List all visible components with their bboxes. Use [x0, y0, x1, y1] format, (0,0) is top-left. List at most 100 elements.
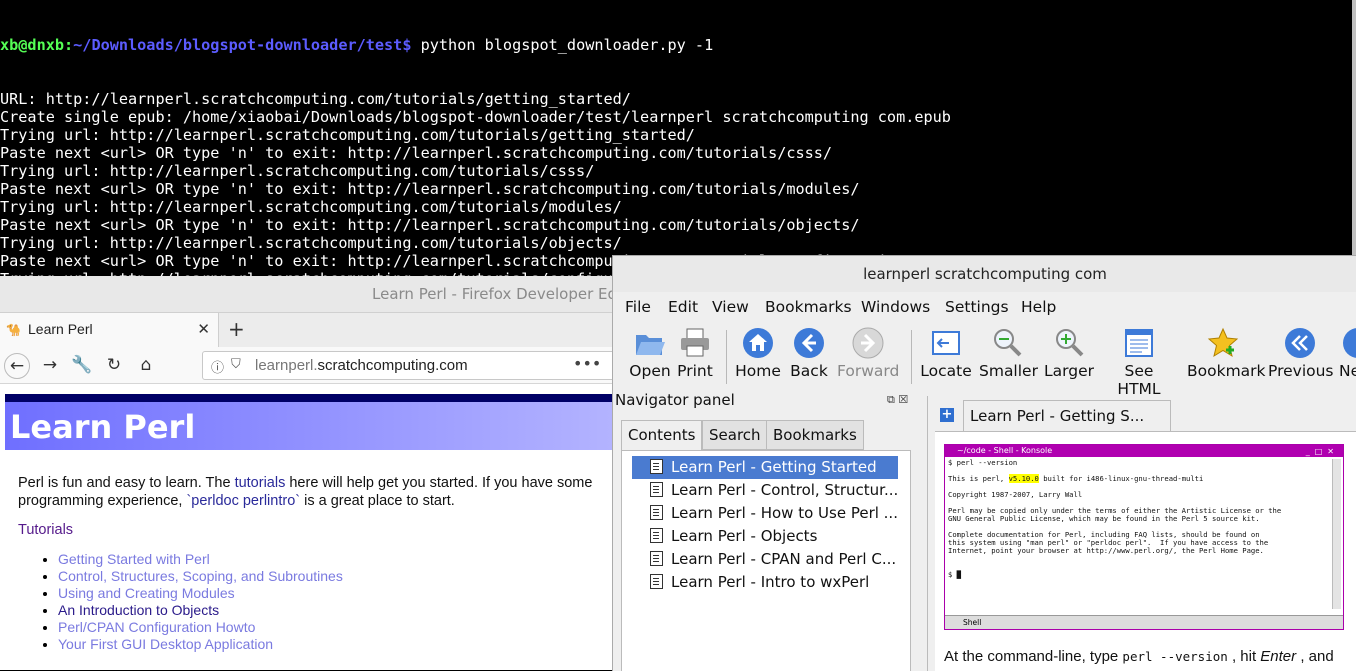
document-icon — [650, 505, 663, 520]
shield-icon[interactable]: ⛉ — [231, 357, 241, 372]
tree-item[interactable]: Learn Perl - Getting Started — [632, 456, 898, 479]
print-button[interactable]: Print — [675, 322, 715, 380]
previous-icon — [1285, 328, 1315, 358]
tutorial-link[interactable]: Perl/CPAN Configuration Howto — [58, 619, 255, 635]
tree-item[interactable]: Learn Perl - CPAN and Perl C... — [632, 548, 898, 571]
perldoc-link[interactable]: `perldoc perlintro` — [186, 493, 300, 509]
tab-contents[interactable]: Contents — [621, 420, 703, 451]
larger-button[interactable]: Larger — [1042, 322, 1096, 380]
list-item: An Introduction to Objects — [58, 602, 343, 619]
tutorial-link[interactable]: Your First GUI Desktop Application — [58, 636, 273, 652]
home-icon[interactable]: ⌂ — [133, 352, 159, 378]
menu-view[interactable]: View — [712, 298, 749, 316]
smaller-button[interactable]: Smaller — [979, 322, 1038, 380]
new-tab-icon[interactable]: + — [228, 317, 245, 341]
terminal-line: URL: http://learnperl.scratchcomputing.c… — [0, 90, 631, 108]
tab-learn-perl[interactable]: 🐪 Learn Perl ✕ — [0, 313, 219, 347]
back-arrow-icon[interactable]: ← — [4, 353, 30, 379]
home-button[interactable]: Home — [734, 322, 782, 380]
wrench-icon[interactable]: 🔧 — [69, 352, 95, 378]
menu-settings[interactable]: Settings — [945, 298, 1009, 316]
menu-edit[interactable]: Edit — [668, 298, 698, 316]
next-icon — [1343, 328, 1356, 358]
terminal-line: Paste next <url> OR type 'n' to exit: ht… — [0, 180, 860, 198]
menu-bookmarks[interactable]: Bookmarks — [765, 298, 852, 316]
firefox-navbar: ← → 🔧 ↻ ⌂ ⓘ ⛉ learnperl.scratchcomputing… — [0, 347, 620, 384]
list-item: Control, Structures, Scoping, and Subrou… — [58, 568, 343, 585]
panel-float-close-icons[interactable]: ⧉ ☒ — [887, 393, 908, 407]
new-tab-icon[interactable]: + — [940, 408, 954, 422]
page-content: Learn Perl Perl is fun and easy to learn… — [0, 384, 620, 670]
home-icon — [743, 328, 773, 358]
back-button[interactable]: Back — [789, 322, 829, 380]
page-actions-icon[interactable]: ••• — [573, 354, 601, 373]
terminal-command: python blogspot_downloader.py -1 — [411, 36, 714, 54]
firefox-tabbar: 🐪 Learn Perl ✕ + — [0, 313, 620, 347]
locate-button[interactable]: Locate — [919, 322, 973, 380]
screenshot-footer: Shell — [945, 615, 1343, 629]
tutorials-link[interactable]: tutorials — [235, 475, 286, 491]
tab-bookmarks[interactable]: Bookmarks — [766, 420, 864, 450]
zoom-out-icon — [994, 329, 1022, 357]
terminal-line: Trying url: http://learnperl.scratchcomp… — [0, 162, 595, 180]
forward-button[interactable]: Forward — [837, 322, 899, 380]
menu-help[interactable]: Help — [1021, 298, 1056, 316]
menu-windows[interactable]: Windows — [861, 298, 930, 316]
info-icon[interactable]: ⓘ — [211, 357, 224, 376]
navigator-panel-title: Navigator panel — [615, 391, 735, 409]
tutorial-link[interactable]: Using and Creating Modules — [58, 585, 235, 601]
tab-search[interactable]: Search — [702, 420, 768, 450]
screenshot-terminal-text: $ perl --version This is perl, v5.10.0 b… — [948, 458, 1282, 579]
previous-button[interactable]: Previous — [1268, 322, 1334, 380]
bookmark-button[interactable]: Bookmark — [1187, 322, 1266, 380]
kchm-window-title[interactable]: learnperl scratchcomputing com — [613, 256, 1356, 292]
close-tab-icon[interactable]: ✕ — [197, 320, 210, 338]
list-item: Your First GUI Desktop Application — [58, 636, 343, 653]
forward-arrow-icon[interactable]: → — [37, 352, 63, 378]
screenshot-scrollbar — [1332, 459, 1341, 609]
list-item: Getting Started with Perl — [58, 551, 343, 568]
tree-item[interactable]: Learn Perl - How to Use Perl ... — [632, 502, 898, 525]
tutorial-link[interactable]: Control, Structures, Scoping, and Subrou… — [58, 568, 343, 584]
terminal-line: Trying url: http://learnperl.scratchcomp… — [0, 126, 695, 144]
menu-file[interactable]: File — [625, 298, 651, 316]
toolbar: Open Print Home Back Forward Locate Smal… — [613, 322, 1356, 398]
printer-icon — [681, 328, 709, 357]
tutorials-list: Getting Started with Perl Control, Struc… — [40, 551, 343, 653]
terminal-line: Trying url: http://learnperl.scratchcomp… — [0, 234, 622, 252]
see-html-button[interactable]: See HTML — [1102, 322, 1176, 398]
firefox-titlebar[interactable]: Learn Perl - Firefox Developer Ed — [0, 276, 620, 313]
terminal-line: Paste next <url> OR type 'n' to exit: ht… — [0, 216, 860, 234]
forward-icon — [852, 327, 884, 359]
tree-item[interactable]: Learn Perl - Objects — [632, 525, 898, 548]
toolbar-separator — [911, 330, 912, 384]
terminal-prompt-line: xb@dnxb:~/Downloads/blogspot-downloader/… — [0, 36, 1356, 54]
tutorial-link[interactable]: Getting Started with Perl — [58, 551, 210, 567]
terminal-line: Trying url: http://learnperl.scratchcomp… — [0, 198, 622, 216]
tutorial-link[interactable]: An Introduction to Objects — [58, 602, 219, 618]
document-icon — [650, 459, 663, 474]
reload-icon[interactable]: ↻ — [101, 352, 127, 378]
tree-item[interactable]: Learn Perl - Intro to wxPerl — [632, 571, 898, 594]
list-item: Using and Creating Modules — [58, 585, 343, 602]
terminal-window[interactable]: xb@dnxb:~/Downloads/blogspot-downloader/… — [0, 0, 1356, 276]
camel-favicon-icon: 🐪 — [6, 323, 21, 337]
intro-paragraph: Perl is fun and easy to learn. The tutor… — [18, 475, 593, 509]
tab-title: Learn Perl — [28, 321, 93, 337]
panel-splitter[interactable] — [927, 396, 928, 671]
page-banner: Learn Perl — [5, 402, 620, 450]
html-source-icon — [1125, 329, 1153, 357]
tree-item[interactable]: Learn Perl - Control, Structur... — [632, 479, 898, 502]
document-area[interactable]: ~/code - Shell - Konsole _□✕ $ perl --ver… — [935, 431, 1356, 671]
url-bar[interactable]: ⓘ ⛉ learnperl.scratchcomputing.com ••• — [202, 351, 620, 380]
document-view: + Learn Perl - Getting S... ~/code - She… — [935, 388, 1356, 671]
next-button[interactable]: Ne — [1339, 322, 1356, 380]
tutorials-heading-link[interactable]: Tutorials — [18, 522, 73, 538]
doc-tab[interactable]: Learn Perl - Getting S... — [963, 400, 1171, 431]
contents-tree: Learn Perl - Getting Started Learn Perl … — [621, 450, 911, 671]
document-icon — [650, 574, 663, 589]
open-button[interactable]: Open — [628, 322, 672, 380]
banner-stripe — [5, 394, 620, 402]
terminal-scrollbar[interactable] — [1352, 0, 1356, 256]
terminal-line: Create single epub: /home/xiaobai/Downlo… — [0, 108, 951, 126]
